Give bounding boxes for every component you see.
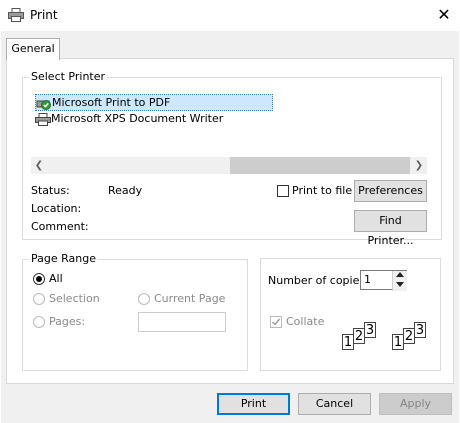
printer-icon — [35, 112, 51, 126]
spin-up-icon[interactable] — [396, 272, 404, 277]
page-range-current-page-radio[interactable] — [138, 293, 150, 305]
status-label: Status: — [31, 184, 70, 197]
apply-button[interactable]: Apply — [379, 393, 452, 415]
page-range-all-label[interactable]: All — [49, 272, 63, 285]
collate-page: 1 — [392, 334, 404, 350]
select-printer-legend: Select Printer — [29, 70, 108, 83]
window-title: Print — [30, 8, 58, 22]
collate-page: 2 — [353, 328, 365, 344]
page-range-selection-label[interactable]: Selection — [49, 292, 100, 305]
copies-spinner[interactable]: 1 — [360, 270, 407, 291]
printer-icon — [8, 8, 24, 22]
checkmark-icon — [272, 318, 281, 326]
page-range-all-radio[interactable] — [33, 273, 45, 285]
print-to-file-label[interactable]: Print to file — [292, 184, 352, 197]
comment-label: Comment: — [31, 220, 89, 233]
number-of-copies-label: Number of copies: — [268, 274, 369, 287]
spin-down-icon[interactable] — [396, 282, 404, 287]
collate-page: 1 — [342, 334, 354, 350]
print-to-file-checkbox[interactable] — [277, 185, 289, 197]
printer-item-label: Microsoft Print to PDF — [52, 96, 171, 109]
copies-value[interactable]: 1 — [364, 273, 371, 286]
printer-item-pdf[interactable]: Microsoft Print to PDF — [35, 94, 273, 111]
copies-spin-buttons[interactable] — [392, 271, 407, 291]
collate-checkbox[interactable] — [270, 316, 282, 328]
collate-page: 2 — [403, 328, 415, 344]
find-printer-button[interactable]: Find Printer... — [354, 210, 427, 247]
status-value: Ready — [108, 184, 143, 197]
page-range-pages-label[interactable]: Pages: — [49, 315, 85, 328]
printer-list-hscrollbar[interactable]: ❮ ❯ — [31, 157, 427, 174]
collate-page: 3 — [364, 322, 376, 338]
location-label: Location: — [31, 202, 82, 215]
page-range-legend: Page Range — [29, 252, 98, 265]
scroll-left-icon[interactable]: ❮ — [31, 157, 47, 174]
printer-item-label: Microsoft XPS Document Writer — [51, 112, 224, 125]
title-bar — [0, 0, 460, 31]
collate-page: 3 — [414, 322, 426, 338]
scroll-right-icon[interactable]: ❯ — [411, 157, 427, 174]
cancel-button[interactable]: Cancel — [298, 393, 371, 415]
page-range-current-page-label[interactable]: Current Page — [154, 292, 225, 305]
page-range-selection-radio[interactable] — [33, 293, 45, 305]
printer-item-xps[interactable]: Microsoft XPS Document Writer — [35, 111, 223, 126]
page-range-pages-radio[interactable] — [33, 316, 45, 328]
close-icon[interactable]: ✕ — [434, 4, 454, 26]
tab-general[interactable]: General — [6, 38, 60, 60]
collate-label[interactable]: Collate — [286, 315, 324, 328]
pages-input[interactable] — [138, 312, 226, 332]
printer-default-icon — [36, 97, 52, 110]
scrollbar-thumb[interactable] — [230, 157, 410, 174]
print-button[interactable]: Print — [217, 393, 290, 415]
preferences-button[interactable]: Preferences — [354, 180, 427, 202]
